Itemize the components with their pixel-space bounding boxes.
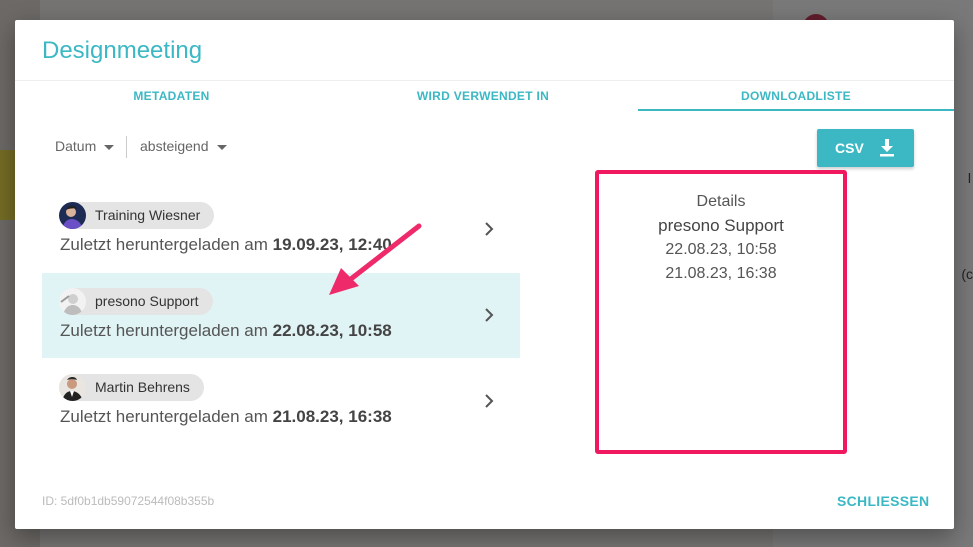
- details-heading: Details: [696, 193, 746, 210]
- user-name: Martin Behrens: [95, 379, 190, 395]
- avatar: [59, 202, 86, 229]
- csv-label: CSV: [835, 140, 864, 156]
- sort-field-value: Datum: [55, 138, 97, 154]
- sort-order-value: absteigend: [140, 138, 209, 154]
- tab-downloadliste[interactable]: DOWNLOADLISTE: [638, 81, 954, 111]
- list-item[interactable]: Training Wiesner Zuletzt heruntergeladen…: [42, 187, 520, 272]
- tab-wird-verwendet-in[interactable]: WIRD VERWENDET IN: [328, 81, 638, 111]
- avatar: [59, 288, 86, 315]
- user-chip: presono Support: [59, 288, 213, 315]
- details-panel: Details presono Support 22.08.23, 10:58 …: [595, 170, 847, 454]
- sort-order-select[interactable]: absteigend: [140, 138, 227, 154]
- annotation-arrow-icon: [325, 220, 425, 305]
- details-date: 22.08.23, 10:58: [665, 241, 777, 258]
- user-chip: Martin Behrens: [59, 374, 204, 401]
- list-item[interactable]: Martin Behrens Zuletzt heruntergeladen a…: [42, 359, 520, 444]
- csv-export-button[interactable]: CSV: [817, 129, 914, 167]
- tab-bar: METADATEN WIRD VERWENDET IN DOWNLOADLIST…: [15, 80, 954, 111]
- last-download-date: 21.08.23, 16:38: [272, 407, 392, 426]
- dialog-title: Designmeeting: [42, 37, 203, 64]
- last-download-prefix: Zuletzt heruntergeladen am: [60, 321, 273, 340]
- chevron-right-icon: [484, 307, 494, 328]
- chevron-right-icon: [484, 393, 494, 414]
- tab-metadaten[interactable]: METADATEN: [15, 81, 328, 111]
- details-date: 21.08.23, 16:38: [665, 265, 777, 282]
- divider: [126, 136, 127, 158]
- user-name: presono Support: [95, 293, 199, 309]
- close-button[interactable]: SCHLIESSEN: [837, 493, 929, 509]
- last-download-text: Zuletzt heruntergeladen am 21.08.23, 16:…: [60, 407, 392, 427]
- last-download-prefix: Zuletzt heruntergeladen am: [60, 407, 273, 426]
- sort-field-select[interactable]: Datum: [55, 138, 115, 154]
- download-list-dialog: Designmeeting METADATEN WIRD VERWENDET I…: [15, 20, 954, 529]
- caret-down-icon: [104, 144, 115, 150]
- details-user-name: presono Support: [658, 216, 784, 235]
- item-id: ID: 5df0b1db59072544f08b355b: [42, 494, 215, 508]
- last-download-text: Zuletzt heruntergeladen am 22.08.23, 10:…: [60, 321, 392, 341]
- avatar: [59, 374, 86, 401]
- download-icon: [879, 139, 895, 160]
- chevron-right-icon: [484, 221, 494, 242]
- last-download-date: 22.08.23, 10:58: [272, 321, 392, 340]
- user-name: Training Wiesner: [95, 207, 201, 223]
- user-chip: Training Wiesner: [59, 202, 215, 229]
- list-item-selected[interactable]: presono Support Zuletzt heruntergeladen …: [42, 273, 520, 358]
- last-download-prefix: Zuletzt heruntergeladen am: [60, 235, 273, 254]
- caret-down-icon: [216, 144, 227, 150]
